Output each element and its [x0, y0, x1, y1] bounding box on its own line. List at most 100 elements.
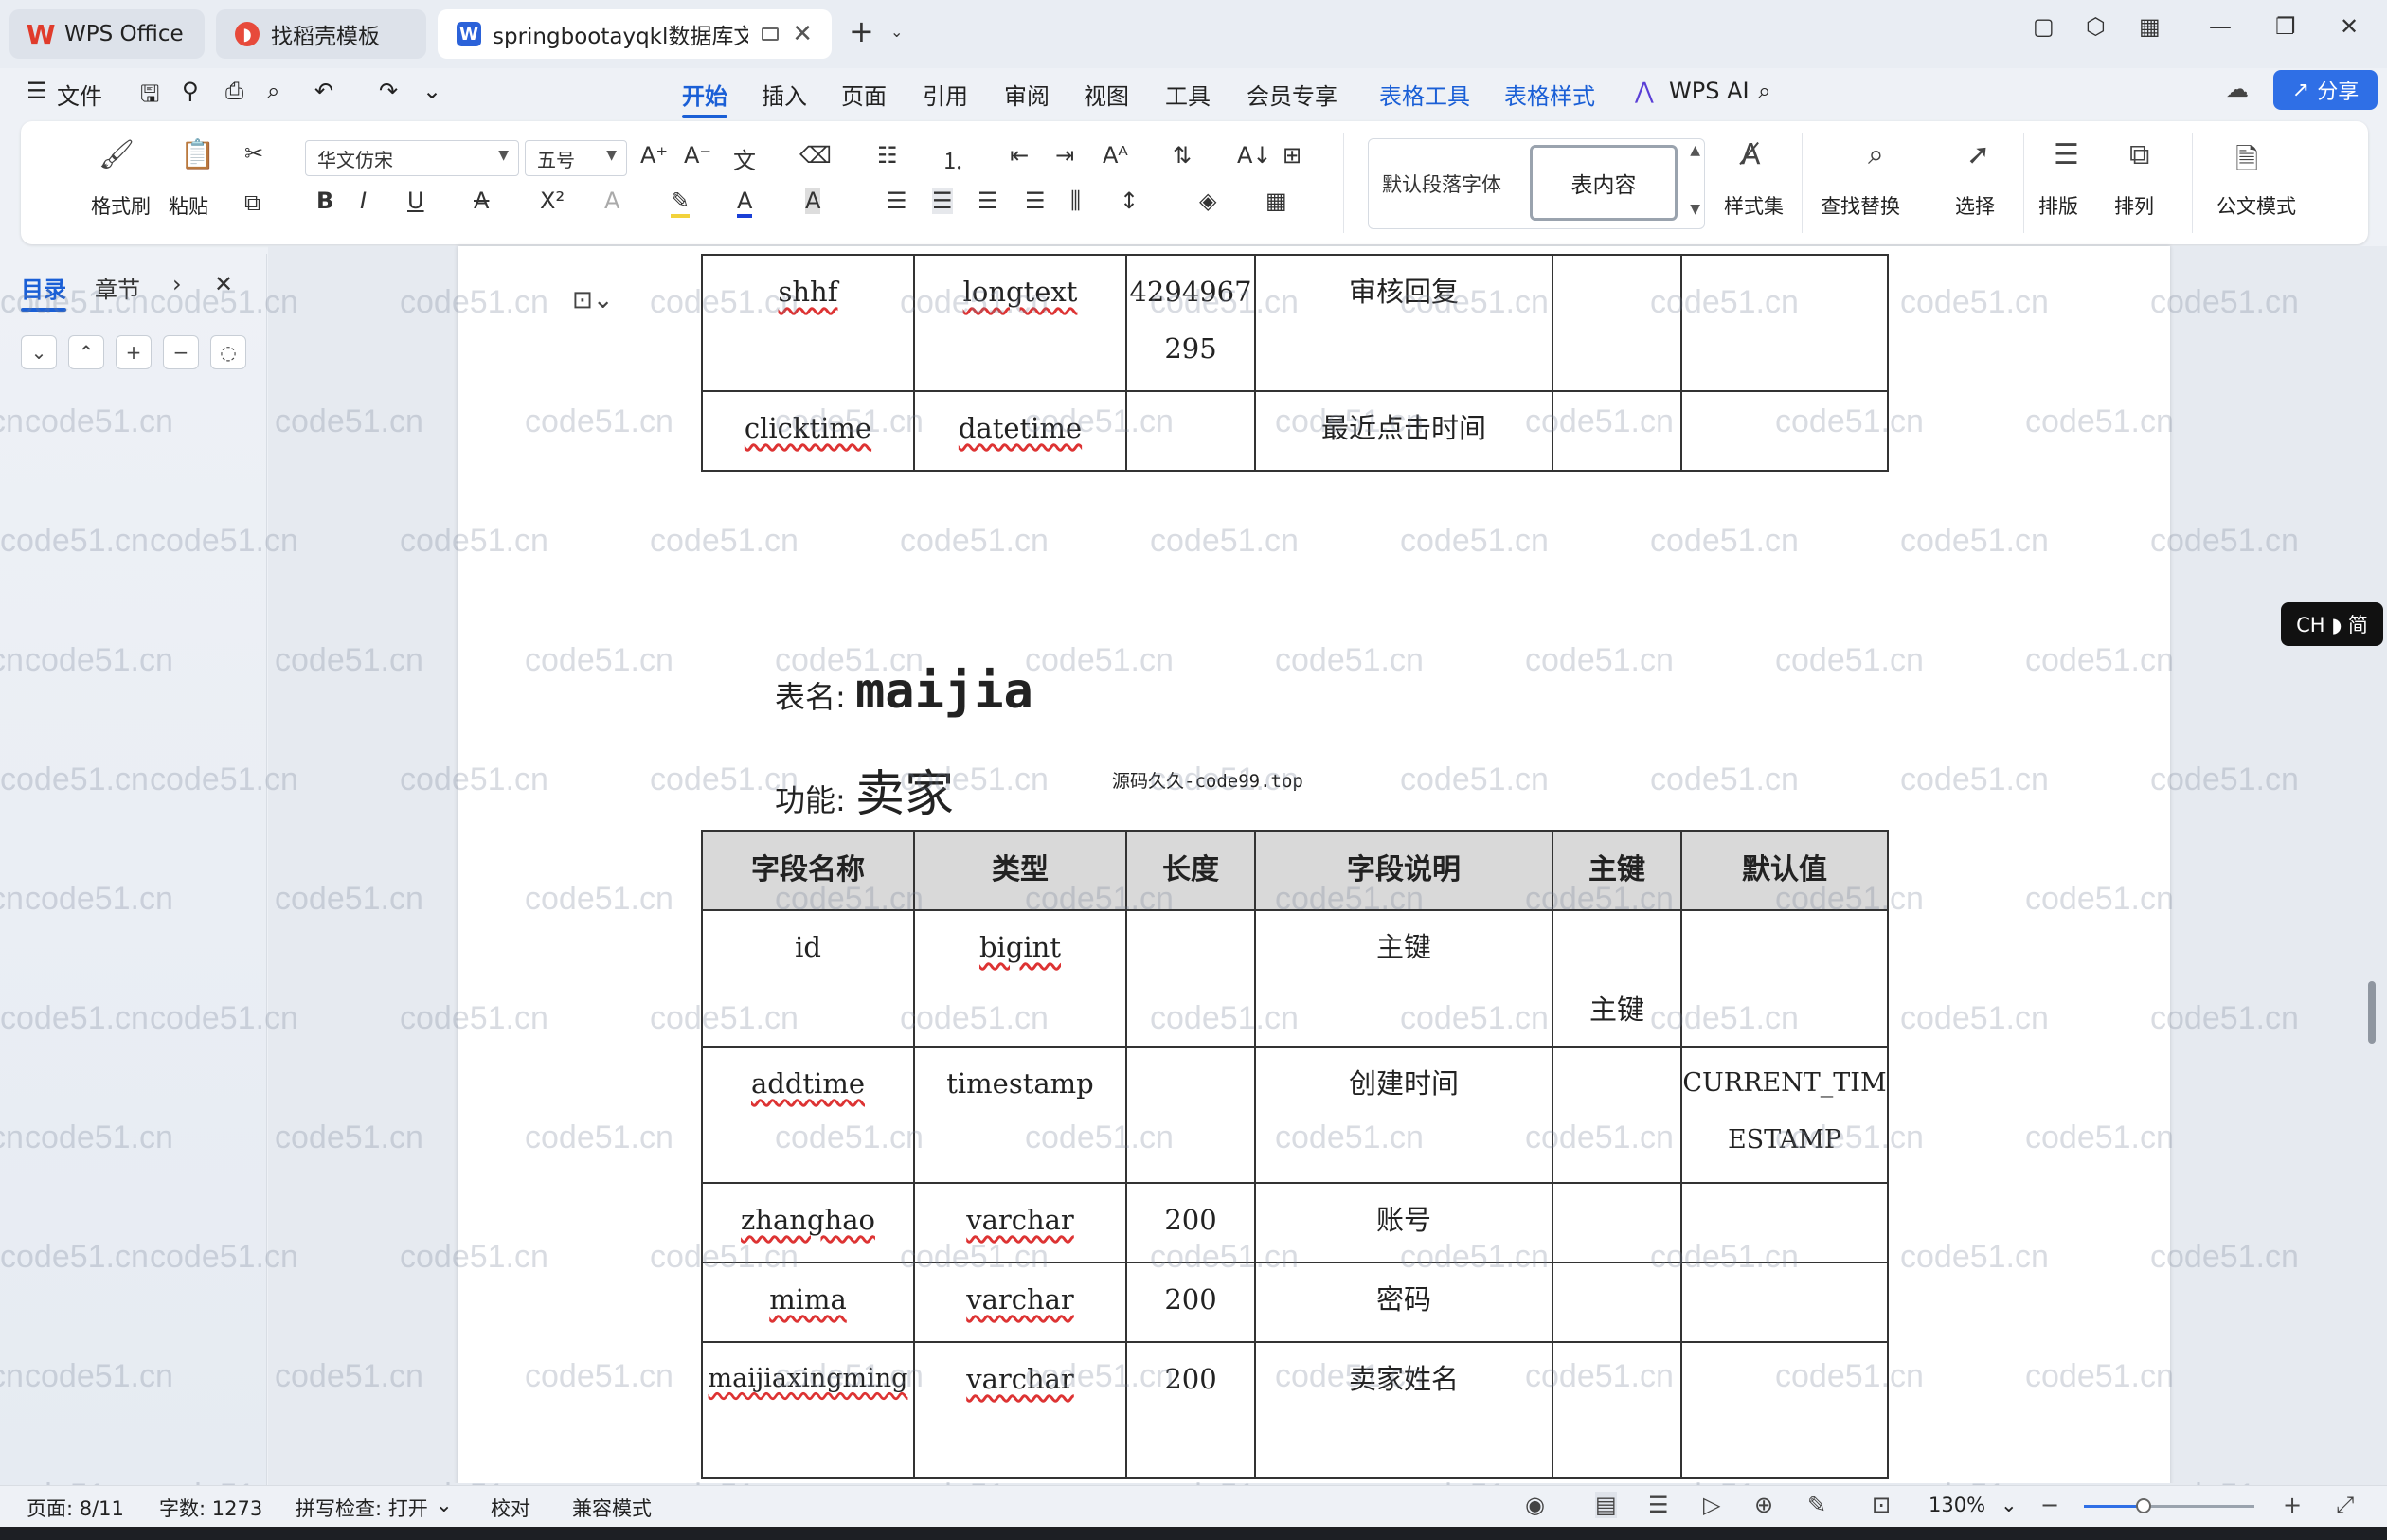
italic-icon[interactable]: I: [360, 188, 367, 214]
increase-indent-icon[interactable]: ⇥: [1055, 142, 1074, 169]
tab-document[interactable]: W springbootayqkl数据库文档 ✕: [438, 9, 832, 59]
cloud-upload-icon[interactable]: ☁: [2226, 76, 2249, 102]
underline-icon[interactable]: U: [407, 188, 424, 214]
style-default-item[interactable]: 默认段落字体: [1382, 170, 1501, 198]
find-replace-icon[interactable]: ⌕: [1868, 138, 1884, 171]
shrink-font-icon[interactable]: A⁻: [684, 142, 711, 169]
close-window-icon[interactable]: ✕: [2340, 13, 2359, 40]
cell-primary-key[interactable]: [1552, 1262, 1682, 1343]
select-cursor-icon[interactable]: ➚: [1966, 138, 1990, 171]
official-doc-icon[interactable]: 🗎: [2235, 138, 2258, 187]
menu-view[interactable]: 视图: [1084, 78, 1129, 111]
cell-primary-key[interactable]: [1552, 254, 1682, 392]
save-icon[interactable]: 🖫: [140, 78, 159, 116]
arrange-button[interactable]: 排列: [2114, 191, 2154, 220]
cut-icon[interactable]: ✂: [244, 140, 263, 167]
cell-field-name[interactable]: zhanghao: [701, 1182, 915, 1263]
minimize-icon[interactable]: —: [2209, 13, 2232, 40]
tab-toc[interactable]: 目录: [21, 271, 66, 312]
cell-type[interactable]: varchar: [913, 1341, 1127, 1479]
web-view-icon[interactable]: ⊕: [1754, 1492, 1773, 1518]
zoom-in-icon[interactable]: +: [2283, 1492, 2302, 1518]
screen-icon[interactable]: [762, 27, 780, 41]
cell-type[interactable]: datetime: [913, 390, 1127, 472]
decrease-indent-icon[interactable]: ⇤: [1010, 142, 1029, 169]
superscript-icon[interactable]: X²: [540, 188, 565, 214]
close-pane-icon[interactable]: ✕: [214, 271, 233, 297]
cell-description[interactable]: 主键: [1254, 909, 1553, 1048]
zoom-slider-knob[interactable]: [2136, 1498, 2151, 1513]
format-painter-button[interactable]: 格式刷: [91, 191, 151, 220]
add-heading-icon[interactable]: +: [116, 335, 152, 369]
search-icon[interactable]: ⌕: [1758, 78, 1770, 104]
share-link-icon[interactable]: ⚲: [182, 78, 199, 104]
bullets-icon[interactable]: ☷: [877, 142, 898, 169]
style-set-button[interactable]: 样式集: [1724, 191, 1784, 220]
find-replace-button[interactable]: 查找替换: [1821, 191, 1900, 220]
menu-page[interactable]: 页面: [841, 78, 887, 111]
cell-default[interactable]: [1680, 1182, 1889, 1263]
outline-view-icon[interactable]: ☰: [1648, 1492, 1669, 1518]
text-effect-icon[interactable]: A: [604, 188, 619, 214]
tab-chapter[interactable]: 章节: [95, 271, 140, 304]
sort-icon[interactable]: ⇅: [1173, 142, 1192, 169]
fullscreen-icon[interactable]: ⤢: [2336, 1492, 2354, 1518]
cube-icon[interactable]: ⬡: [2086, 13, 2106, 40]
char-shading-icon[interactable]: A: [805, 188, 821, 214]
font-name-select[interactable]: 华文仿宋 ▼: [305, 140, 519, 176]
menu-wps-ai[interactable]: WPS AI: [1669, 78, 1750, 104]
proofread-button[interactable]: 校对: [491, 1494, 530, 1522]
cell-length[interactable]: [1125, 909, 1256, 1048]
line-spacing-icon[interactable]: ↕: [1120, 188, 1139, 214]
cell-length[interactable]: 200: [1125, 1182, 1256, 1263]
expand-down-icon[interactable]: ⌄: [21, 335, 57, 369]
redo-icon[interactable]: ↷: [379, 78, 398, 104]
font-size-select[interactable]: 五号 ▼: [525, 140, 627, 176]
paste-icon[interactable]: 📋: [180, 138, 215, 171]
borders-icon[interactable]: ▦: [1265, 188, 1287, 214]
eye-protect-icon[interactable]: ◉: [1525, 1492, 1545, 1518]
collapse-up-icon[interactable]: ⌃: [68, 335, 104, 369]
cell-primary-key[interactable]: 主键: [1552, 909, 1682, 1048]
arrange-icon[interactable]: ⧉: [2129, 138, 2149, 171]
cell-description[interactable]: 审核回复: [1254, 254, 1553, 392]
hamburger-icon[interactable]: ☰: [27, 78, 47, 104]
menu-member[interactable]: 会员专享: [1247, 78, 1337, 111]
cell-field-name[interactable]: mima: [701, 1262, 915, 1343]
bold-icon[interactable]: B: [316, 188, 333, 214]
word-count[interactable]: 字数: 1273: [159, 1494, 262, 1522]
share-button[interactable]: ↗ 分享: [2273, 70, 2378, 110]
tab-templates[interactable]: ◗ 找稻壳模板: [216, 9, 426, 59]
menu-references[interactable]: 引用: [923, 78, 968, 111]
new-tab-icon[interactable]: +: [849, 13, 874, 49]
cell-description[interactable]: 创建时间: [1254, 1046, 1553, 1184]
cell-length[interactable]: [1125, 390, 1256, 472]
cell-default[interactable]: [1680, 1341, 1889, 1479]
clear-format-icon[interactable]: ⌫: [799, 142, 832, 169]
menu-home[interactable]: 开始: [682, 78, 727, 118]
restore-icon[interactable]: ❐: [2275, 13, 2296, 40]
font-color-icon[interactable]: A: [737, 188, 753, 218]
ai-toc-icon[interactable]: ◌: [210, 335, 246, 369]
cell-description[interactable]: 卖家姓名: [1254, 1341, 1553, 1479]
spell-check-toggle[interactable]: 拼写检查: 打开: [296, 1494, 428, 1522]
chevron-down-icon[interactable]: ⌄: [890, 23, 903, 41]
cell-field-name[interactable]: addtime: [701, 1046, 915, 1184]
highlight-icon[interactable]: ✎: [671, 188, 691, 218]
justify-icon[interactable]: ☰: [1025, 188, 1046, 214]
close-tab-icon[interactable]: ✕: [792, 20, 813, 48]
chevron-up-icon[interactable]: ▲: [1690, 143, 1700, 158]
sort-az-icon[interactable]: A↓: [1237, 142, 1272, 169]
cell-type[interactable]: bigint: [913, 909, 1127, 1048]
copy-icon[interactable]: ⧉: [244, 189, 260, 216]
cell-description[interactable]: 密码: [1254, 1262, 1553, 1343]
menu-file[interactable]: 文件: [57, 78, 102, 111]
cell-field-name[interactable]: clicktime: [701, 390, 915, 472]
cell-primary-key[interactable]: [1552, 1046, 1682, 1184]
chevron-down-icon[interactable]: ▼: [1690, 202, 1700, 217]
play-icon[interactable]: ▷: [1703, 1492, 1720, 1518]
cell-field-name[interactable]: maijiaxingming: [701, 1341, 915, 1479]
cell-type[interactable]: longtext: [913, 254, 1127, 392]
print-preview-icon[interactable]: ⌕: [267, 78, 279, 104]
align-center-icon[interactable]: ☰: [932, 188, 953, 214]
